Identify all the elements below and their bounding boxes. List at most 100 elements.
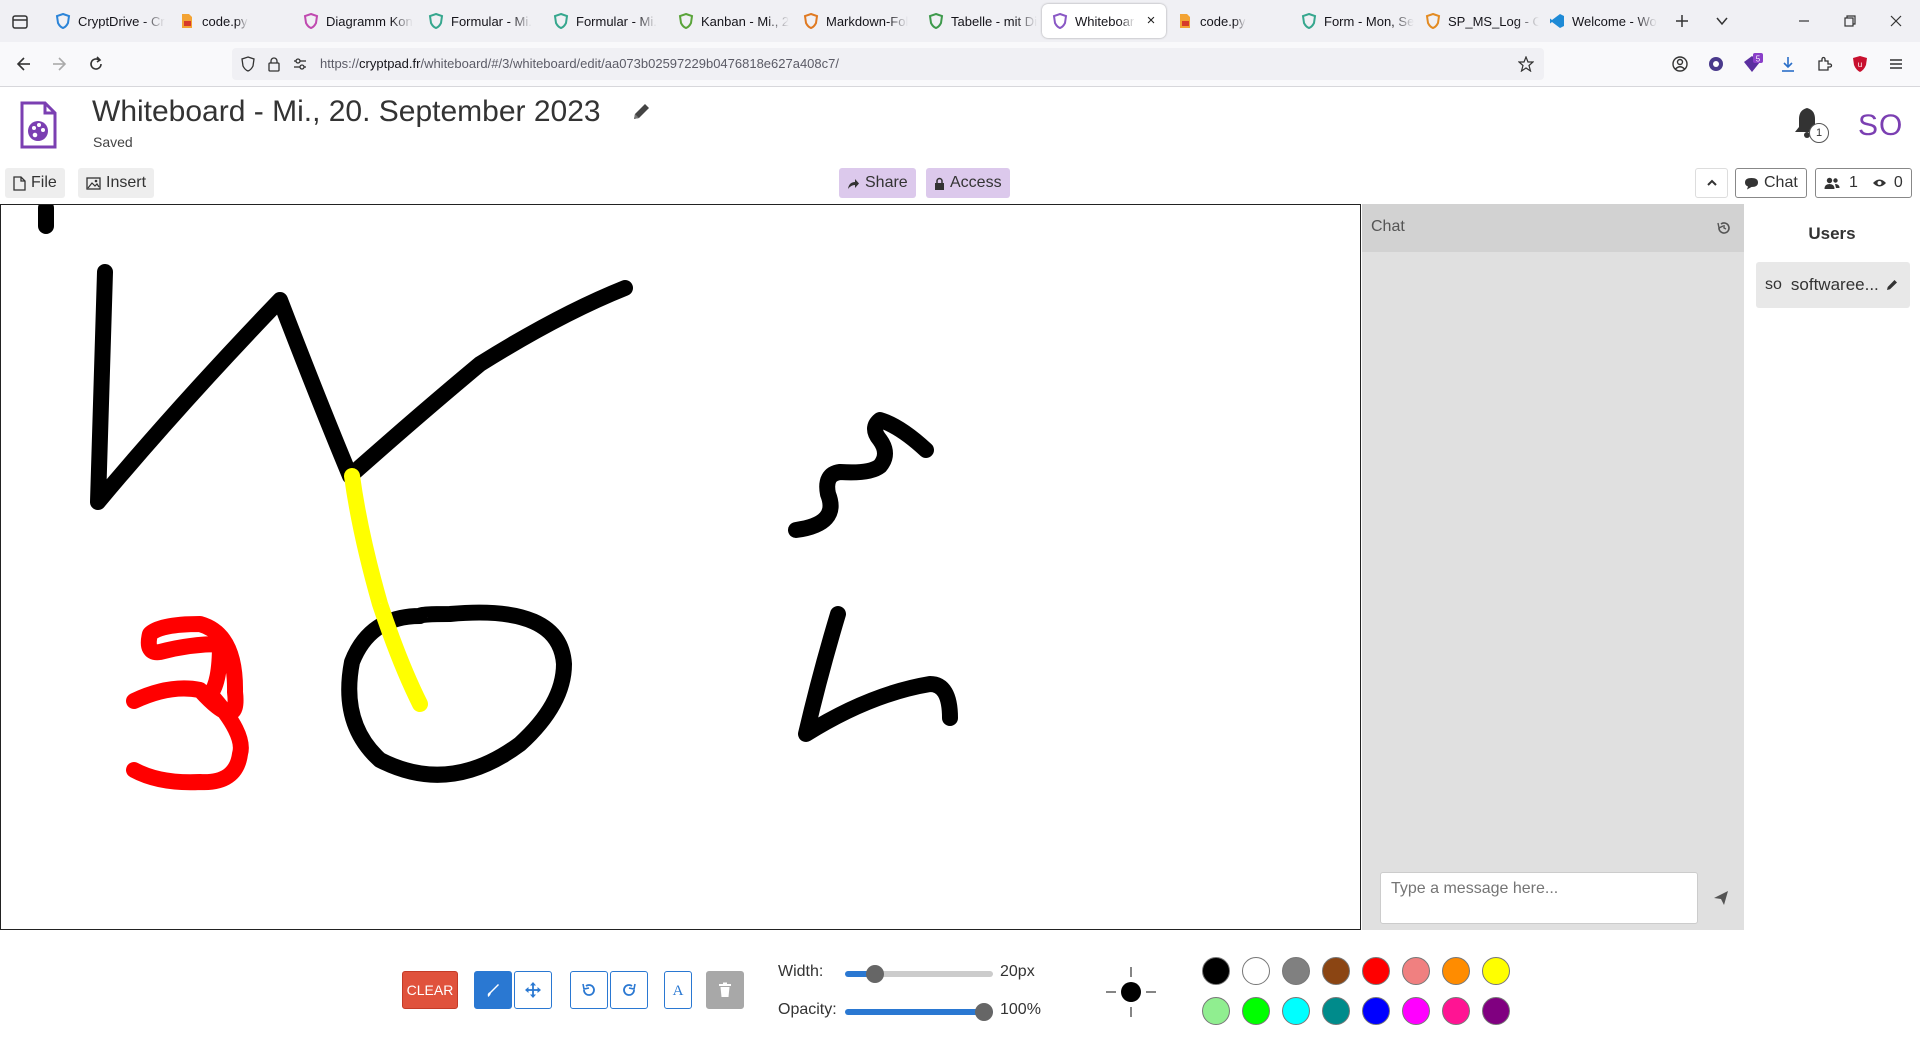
file-menu-button[interactable]: File	[5, 168, 65, 198]
color-swatch[interactable]	[1482, 957, 1510, 985]
close-window-icon[interactable]	[1882, 8, 1910, 34]
code-file-icon	[1180, 14, 1190, 28]
color-swatch[interactable]	[1202, 997, 1230, 1025]
color-swatch[interactable]	[1442, 957, 1470, 985]
chat-message-input[interactable]	[1380, 872, 1698, 924]
close-tab-icon[interactable]: ×	[1142, 12, 1160, 30]
notifications-bell-icon[interactable]: 1	[1792, 105, 1829, 143]
browser-tab[interactable]: SP_MS_Log - C	[1415, 4, 1539, 38]
color-swatch[interactable]	[1402, 957, 1430, 985]
color-swatch[interactable]	[1322, 997, 1350, 1025]
cryptpad-shield-icon	[55, 13, 71, 29]
opacity-slider[interactable]	[845, 1003, 993, 1021]
downloads-icon[interactable]	[1774, 51, 1802, 77]
extensions-icon[interactable]	[1810, 51, 1838, 77]
chat-toggle-button[interactable]: Chat	[1735, 168, 1807, 198]
color-swatch[interactable]	[1362, 997, 1390, 1025]
text-tool-button[interactable]: A	[664, 971, 692, 1009]
color-swatch[interactable]	[1402, 997, 1430, 1025]
color-swatch[interactable]	[1282, 957, 1310, 985]
drawing-stroke[interactable]	[341, 604, 572, 783]
browser-tab[interactable]: Kanban - Mi., 2	[668, 4, 792, 38]
form-shield-icon	[428, 13, 444, 29]
menu-icon[interactable]	[1882, 51, 1910, 77]
users-title: Users	[1808, 224, 1856, 243]
browser-tab[interactable]: Formular - Mi.	[418, 4, 542, 38]
opacity-slider-handle[interactable]	[975, 1003, 993, 1021]
svg-text:5: 5	[1756, 55, 1761, 64]
browser-tab[interactable]: code.py	[169, 4, 293, 38]
users-panel: Users so softwaree...	[1744, 204, 1920, 930]
app-header: Whiteboard - Mi., 20. September 2023 Sav…	[0, 87, 1920, 162]
color-swatch[interactable]	[1442, 997, 1470, 1025]
browser-tab[interactable]: Form - Mon, Se	[1291, 4, 1415, 38]
forward-icon[interactable]	[45, 51, 73, 77]
clear-button[interactable]: CLEAR	[402, 971, 458, 1009]
tab-list-icon[interactable]	[8, 11, 32, 33]
ublock-shield-icon[interactable]: u	[1846, 51, 1874, 77]
new-tab-icon[interactable]	[1668, 8, 1696, 34]
browser-tab[interactable]: Diagramm Kon	[293, 4, 417, 38]
width-slider[interactable]	[845, 965, 993, 983]
tab-label: Form - Mon, Se	[1324, 13, 1415, 29]
insert-menu-label: Insert	[106, 174, 147, 191]
reload-icon[interactable]	[82, 51, 110, 77]
access-button[interactable]: Access	[926, 168, 1010, 198]
browser-tab[interactable]: Welcome - Wo	[1539, 4, 1663, 38]
insert-menu-button[interactable]: Insert	[78, 168, 155, 198]
color-swatch[interactable]	[1362, 957, 1390, 985]
restore-icon[interactable]	[1836, 8, 1864, 34]
tab-label: Formular - Mi.	[451, 13, 532, 29]
bookmark-star-icon[interactable]	[1518, 56, 1534, 72]
pencil-icon[interactable]	[630, 101, 652, 123]
lock-icon[interactable]	[266, 56, 282, 72]
minimize-icon[interactable]	[1790, 8, 1818, 34]
address-bar[interactable]: https://cryptpad.fr/whiteboard/#/3/white…	[232, 48, 1544, 80]
privacy-extension-icon[interactable]	[1702, 51, 1730, 77]
send-icon[interactable]	[1707, 884, 1735, 912]
account-icon[interactable]	[1666, 51, 1694, 77]
trash-icon	[719, 982, 731, 997]
move-tool-button[interactable]	[514, 971, 552, 1009]
tracking-shield-icon[interactable]	[240, 56, 256, 72]
browser-tab[interactable]: Tabelle - mit Di	[918, 4, 1042, 38]
color-swatch[interactable]	[1482, 997, 1510, 1025]
permissions-icon[interactable]	[292, 56, 308, 72]
back-icon[interactable]	[10, 51, 38, 77]
chevron-down-icon[interactable]	[1708, 8, 1736, 34]
browser-tab[interactable]: Markdown-Fol	[793, 4, 917, 38]
color-swatch[interactable]	[1242, 957, 1270, 985]
extension-badge-icon[interactable]: 5	[1738, 51, 1766, 77]
drawing-stroke[interactable]	[788, 412, 934, 538]
eye-icon	[1872, 179, 1886, 187]
share-label: Share	[865, 174, 908, 191]
tab-label: CryptDrive - Cr	[78, 13, 165, 29]
whiteboard-canvas[interactable]	[0, 204, 1361, 930]
user-list-item[interactable]: so softwaree...	[1756, 262, 1910, 308]
browser-tab[interactable]: CryptDrive - Cr	[45, 4, 169, 38]
brush-tool-button[interactable]	[474, 971, 512, 1009]
drawing-stroke[interactable]	[126, 616, 249, 791]
delete-button[interactable]	[706, 971, 744, 1009]
undo-button[interactable]	[570, 971, 608, 1009]
color-swatch[interactable]	[1282, 997, 1310, 1025]
drawing-stroke[interactable]	[90, 264, 633, 510]
drawing-stroke[interactable]	[798, 606, 958, 742]
users-toggle-button[interactable]: 1 0	[1815, 168, 1912, 198]
width-slider-handle[interactable]	[866, 965, 884, 983]
color-swatch[interactable]	[1242, 997, 1270, 1025]
share-button[interactable]: Share	[839, 168, 916, 198]
browser-tab[interactable]: code.py	[1167, 4, 1291, 38]
redo-button[interactable]	[610, 971, 648, 1009]
browser-tab[interactable]: Whiteboard ×	[1042, 4, 1166, 38]
drawing-stroke[interactable]	[344, 468, 428, 712]
whiteboard-logo-icon[interactable]	[18, 101, 58, 149]
color-swatch[interactable]	[1202, 957, 1230, 985]
color-swatch[interactable]	[1322, 957, 1350, 985]
browser-tab[interactable]: Formular - Mi.	[543, 4, 667, 38]
url-text[interactable]: https://cryptpad.fr/whiteboard/#/3/white…	[320, 56, 839, 71]
history-icon[interactable]	[1716, 220, 1732, 236]
chat-title: Chat	[1371, 218, 1405, 235]
user-avatar[interactable]: SO	[1858, 109, 1903, 143]
collapse-toolbar-button[interactable]	[1695, 168, 1728, 198]
